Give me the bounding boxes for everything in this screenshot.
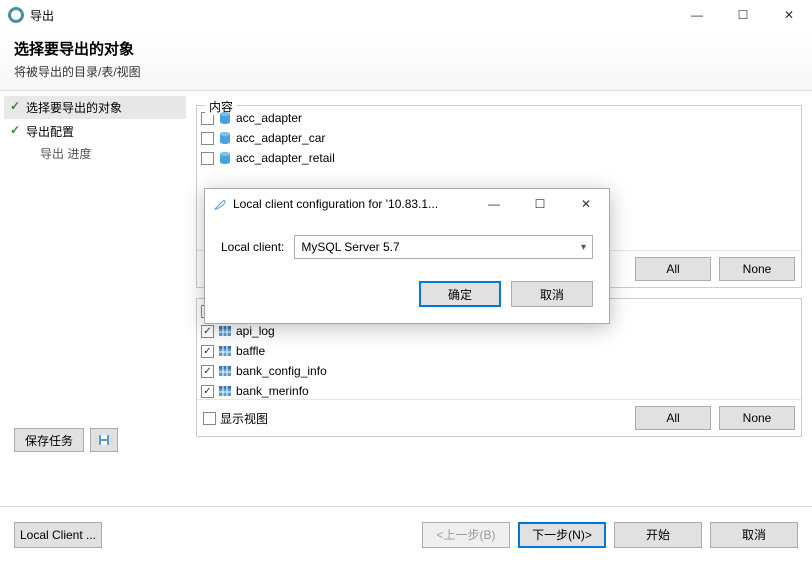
- list-item[interactable]: bank_merinfo: [199, 381, 799, 399]
- chevron-down-icon: ▾: [581, 242, 586, 253]
- ok-button[interactable]: 确定: [419, 281, 501, 307]
- local-client-button[interactable]: Local Client ...: [14, 522, 102, 548]
- item-label: api_log: [236, 324, 275, 338]
- select-all-button[interactable]: All: [635, 406, 711, 430]
- local-client-dialog: Local client configuration for '10.83.1.…: [204, 188, 610, 324]
- window-titlebar: 导出 — ☐ ✕: [0, 0, 812, 30]
- list-item[interactable]: api_log: [199, 321, 799, 341]
- back-button: <上一步(B): [422, 522, 510, 548]
- select-all-button[interactable]: All: [635, 257, 711, 281]
- list-item[interactable]: acc_adapter: [199, 108, 799, 128]
- table-icon: [218, 344, 232, 358]
- save-icon: [97, 433, 111, 447]
- item-label: bank_config_info: [236, 364, 327, 378]
- window-title: 导出: [30, 7, 54, 24]
- dialog-close-button[interactable]: ✕: [563, 189, 609, 219]
- checkbox[interactable]: [201, 152, 214, 165]
- cancel-button[interactable]: 取消: [710, 522, 798, 548]
- item-label: acc_adapter: [236, 111, 302, 125]
- tables-footer: 显示视图 All None: [197, 399, 801, 436]
- select-none-button[interactable]: None: [719, 257, 795, 281]
- checkbox[interactable]: [201, 345, 214, 358]
- app-icon: [8, 7, 24, 23]
- item-label: bank_merinfo: [236, 384, 309, 398]
- table-icon: [218, 324, 232, 338]
- dialog-body: Local client: MySQL Server 5.7 ▾: [205, 219, 609, 267]
- page-subtitle: 将被导出的目录/表/视图: [14, 63, 798, 80]
- item-label: baffle: [236, 344, 265, 358]
- list-item[interactable]: acc_adapter_retail: [199, 148, 799, 168]
- step-progress: 导出 进度: [0, 145, 190, 162]
- item-label: acc_adapter_car: [236, 131, 325, 145]
- window-close-button[interactable]: ✕: [766, 0, 812, 30]
- wizard-footer: Local Client ... <上一步(B) 下一步(N)> 开始 取消: [0, 506, 812, 562]
- table-icon: [218, 384, 232, 398]
- item-label: acc_adapter_retail: [236, 151, 335, 165]
- show-views-label: 显示视图: [220, 410, 268, 427]
- list-item[interactable]: acc_adapter_car: [199, 128, 799, 148]
- save-task-button[interactable]: 保存任务: [14, 428, 84, 452]
- select-none-button[interactable]: None: [719, 406, 795, 430]
- list-item[interactable]: baffle: [199, 341, 799, 361]
- save-task-area: 保存任务: [14, 428, 118, 452]
- wizard-header: 选择要导出的对象 将被导出的目录/表/视图: [0, 30, 812, 91]
- start-button[interactable]: 开始: [614, 522, 702, 548]
- step-label: 选择要导出的对象: [26, 101, 122, 115]
- window-minimize-button[interactable]: —: [674, 0, 720, 30]
- checkbox[interactable]: [201, 385, 214, 398]
- next-button[interactable]: 下一步(N)>: [518, 522, 606, 548]
- page-title: 选择要导出的对象: [14, 38, 798, 59]
- dialog-maximize-button[interactable]: ☐: [517, 189, 563, 219]
- window-maximize-button[interactable]: ☐: [720, 0, 766, 30]
- database-icon: [218, 131, 232, 145]
- save-task-menu-button[interactable]: [90, 428, 118, 452]
- database-icon: [218, 111, 232, 125]
- database-icon: [218, 151, 232, 165]
- checkbox[interactable]: [201, 325, 214, 338]
- select-value: MySQL Server 5.7: [301, 240, 399, 254]
- checkbox[interactable]: [201, 365, 214, 378]
- local-client-select[interactable]: MySQL Server 5.7 ▾: [294, 235, 593, 259]
- list-item[interactable]: bank_config_info: [199, 361, 799, 381]
- dialog-title: Local client configuration for '10.83.1.…: [233, 197, 438, 211]
- step-select-objects[interactable]: 选择要导出的对象: [4, 96, 186, 119]
- step-export-config[interactable]: 导出配置: [4, 120, 186, 143]
- local-client-label: Local client:: [221, 240, 284, 254]
- dialog-footer: 确定 取消: [205, 267, 609, 323]
- checkbox[interactable]: [203, 412, 216, 425]
- show-views-option[interactable]: 显示视图: [203, 410, 268, 427]
- feather-icon: [213, 197, 227, 211]
- dialog-minimize-button[interactable]: —: [471, 189, 517, 219]
- checkbox[interactable]: [201, 132, 214, 145]
- step-label: 导出配置: [26, 125, 74, 139]
- dialog-titlebar: Local client configuration for '10.83.1.…: [205, 189, 609, 219]
- table-icon: [218, 364, 232, 378]
- cancel-button[interactable]: 取消: [511, 281, 593, 307]
